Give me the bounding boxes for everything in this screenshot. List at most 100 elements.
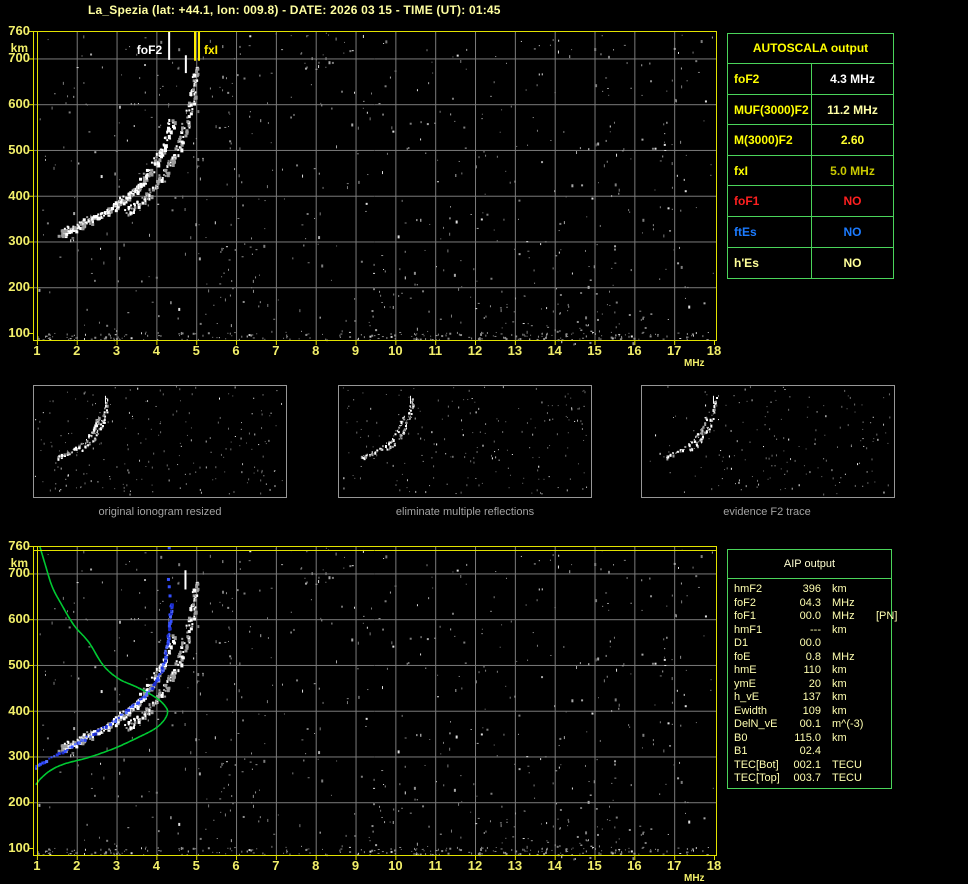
autoscala-row-value: 2.60 [840, 133, 865, 148]
y-axis-tick-label: 600 [8, 96, 30, 112]
autoscala-row-label: h'Es [728, 247, 812, 279]
y-axis-tick-label: 400 [8, 702, 30, 718]
x-axis-tick-label: 3 [112, 343, 121, 358]
marker-label-fxi: fxI [204, 43, 219, 57]
autoscala-row-value: NO [843, 255, 862, 270]
aip-row-unit [832, 637, 874, 651]
aip-row-label: foF2 [734, 596, 757, 609]
thumbnail-eliminate-reflections [338, 385, 592, 498]
x-axis-tick-label: 11 [428, 858, 443, 873]
autoscala-row: foF2 4.3 MHz [728, 64, 893, 95]
aip-table-title: AIP output [728, 550, 891, 579]
x-axis-tick-label: 14 [547, 858, 562, 873]
autoscala-row: M(3000)F2 2.60 [728, 125, 893, 156]
thumbnail-caption: evidence F2 trace [723, 506, 811, 518]
autoscala-row-label: foF1 [728, 186, 812, 216]
aip-row: D1 00.0 [734, 637, 891, 651]
aip-row-unit: TECU [832, 772, 862, 784]
aip-row-label: ymE [734, 677, 756, 690]
aip-row-unit: km [832, 691, 847, 703]
thumbnail-eliminate-canvas [339, 386, 591, 497]
x-axis-tick-label: 3 [112, 858, 121, 873]
aip-row: B1 02.4 [734, 745, 891, 759]
aip-row-value: --- [810, 623, 821, 636]
x-axis-tick-label: 16 [627, 858, 642, 873]
aip-row: foF2 04.3 MHz [734, 597, 891, 611]
aip-row: hmF2 396 km [734, 583, 891, 597]
x-axis-tick-label: 17 [666, 343, 682, 358]
x-axis-tick-label: 8 [312, 343, 320, 358]
aip-row-unit: MHz [832, 596, 855, 609]
x-axis-tick-label: 18 [706, 343, 722, 358]
aip-row: ymE 20 km [734, 678, 891, 692]
aip-row: B0 115.0 km [734, 732, 891, 746]
x-axis-tick-label: 17 [666, 858, 682, 873]
aip-row-label: B1 [734, 745, 748, 757]
autoscala-row-label: ftEs [728, 216, 812, 247]
x-axis-tick-label: 2 [73, 858, 81, 873]
aip-row-value: 02.4 [799, 745, 821, 757]
autoscala-row: fxI 5.0 MHz [728, 155, 893, 187]
thumbnail-caption: eliminate multiple reflections [395, 506, 535, 518]
aip-row-label: DelN_vE [734, 718, 778, 730]
x-axis-tick-label: 12 [467, 858, 483, 873]
autoscala-row-label: M(3000)F2 [728, 125, 812, 155]
y-axis-unit-label: km [10, 556, 28, 570]
aip-row-value: 0.8 [805, 650, 821, 663]
autoscala-row: ftEs NO [728, 216, 893, 248]
x-axis-tick-label: 5 [192, 858, 200, 873]
marker-label-fof2: foF2 [136, 43, 163, 57]
aip-row-value: 20 [808, 677, 821, 690]
aip-row-label: Ewidth [734, 704, 768, 717]
x-axis-tick-label: 5 [192, 343, 200, 358]
x-axis-tick-label: 12 [467, 343, 483, 358]
y-axis-tick-label: 760 [8, 538, 30, 553]
aip-row-value: 003.7 [793, 772, 821, 784]
aip-row: DelN_vE 00.1 m^(-3) [734, 718, 891, 732]
aip-row: hmE 110 km [734, 664, 891, 678]
y-axis-tick-label: 100 [8, 839, 30, 855]
y-axis-tick-label: 200 [8, 279, 30, 295]
x-axis-tick-label: 15 [587, 858, 602, 873]
autoscala-row: foF1 NO [728, 186, 893, 217]
x-axis-tick-label: 4 [152, 343, 160, 358]
aip-row-label: hmE [734, 664, 757, 676]
aip-row-unit: km [832, 731, 847, 744]
autoscala-table-title: AUTOSCALA output [728, 34, 893, 64]
aip-row-value: 002.1 [793, 758, 821, 771]
aip-row-value: 00.1 [799, 718, 821, 730]
aip-row-label: hmF2 [734, 583, 763, 595]
aip-row: TEC[Top] 003.7 TECU [734, 772, 891, 786]
aip-row-label: foE [734, 650, 751, 663]
x-axis-tick-label: 7 [272, 343, 280, 358]
aip-row-label: D1 [734, 637, 749, 649]
y-axis-tick-label: 200 [8, 794, 30, 810]
autoscala-row-value: NO [843, 224, 862, 239]
y-axis-tick-label: 300 [8, 748, 30, 764]
autoscala-row-label: foF2 [728, 64, 812, 94]
aip-row-label: h_vE [734, 691, 760, 703]
aip-output-table: AIP output hmF2 396 km foF2 04.3 MHz foF1 00.0 M… [727, 549, 897, 789]
aip-row-label: B0 [734, 731, 748, 744]
thumbnail-evidence-f2 [641, 385, 895, 498]
aip-row: foE 0.8 MHz [734, 651, 891, 665]
aip-row: hmF1 --- km [734, 624, 891, 638]
x-axis-tick-label: 11 [428, 343, 443, 358]
aip-row: TEC[Bot] 002.1 TECU [734, 759, 891, 773]
ionogram-top-plot [28, 26, 722, 349]
x-axis-tick-label: 10 [388, 858, 403, 873]
aip-row-label: TEC[Bot] [734, 758, 779, 771]
x-axis-tick-label: 2 [73, 343, 81, 358]
x-axis-tick-label: 4 [152, 858, 160, 873]
page-title: La_Spezia (lat: +44.1, lon: 009.8) - DAT… [88, 3, 501, 17]
thumbnail-original-canvas [34, 386, 286, 497]
aip-row-value: 137 [802, 691, 821, 703]
aip-row-value: 00.0 [799, 610, 821, 622]
aip-row-extra: [PN] [876, 610, 898, 622]
autoscala-row-value: 5.0 MHz [830, 163, 875, 178]
x-axis-unit-label: MHz [684, 358, 705, 369]
y-axis-tick-label: 760 [8, 23, 30, 38]
x-axis-tick-label: 1 [33, 858, 41, 873]
aip-row-unit: km [832, 623, 847, 636]
aip-row-unit: MHz [832, 650, 855, 663]
